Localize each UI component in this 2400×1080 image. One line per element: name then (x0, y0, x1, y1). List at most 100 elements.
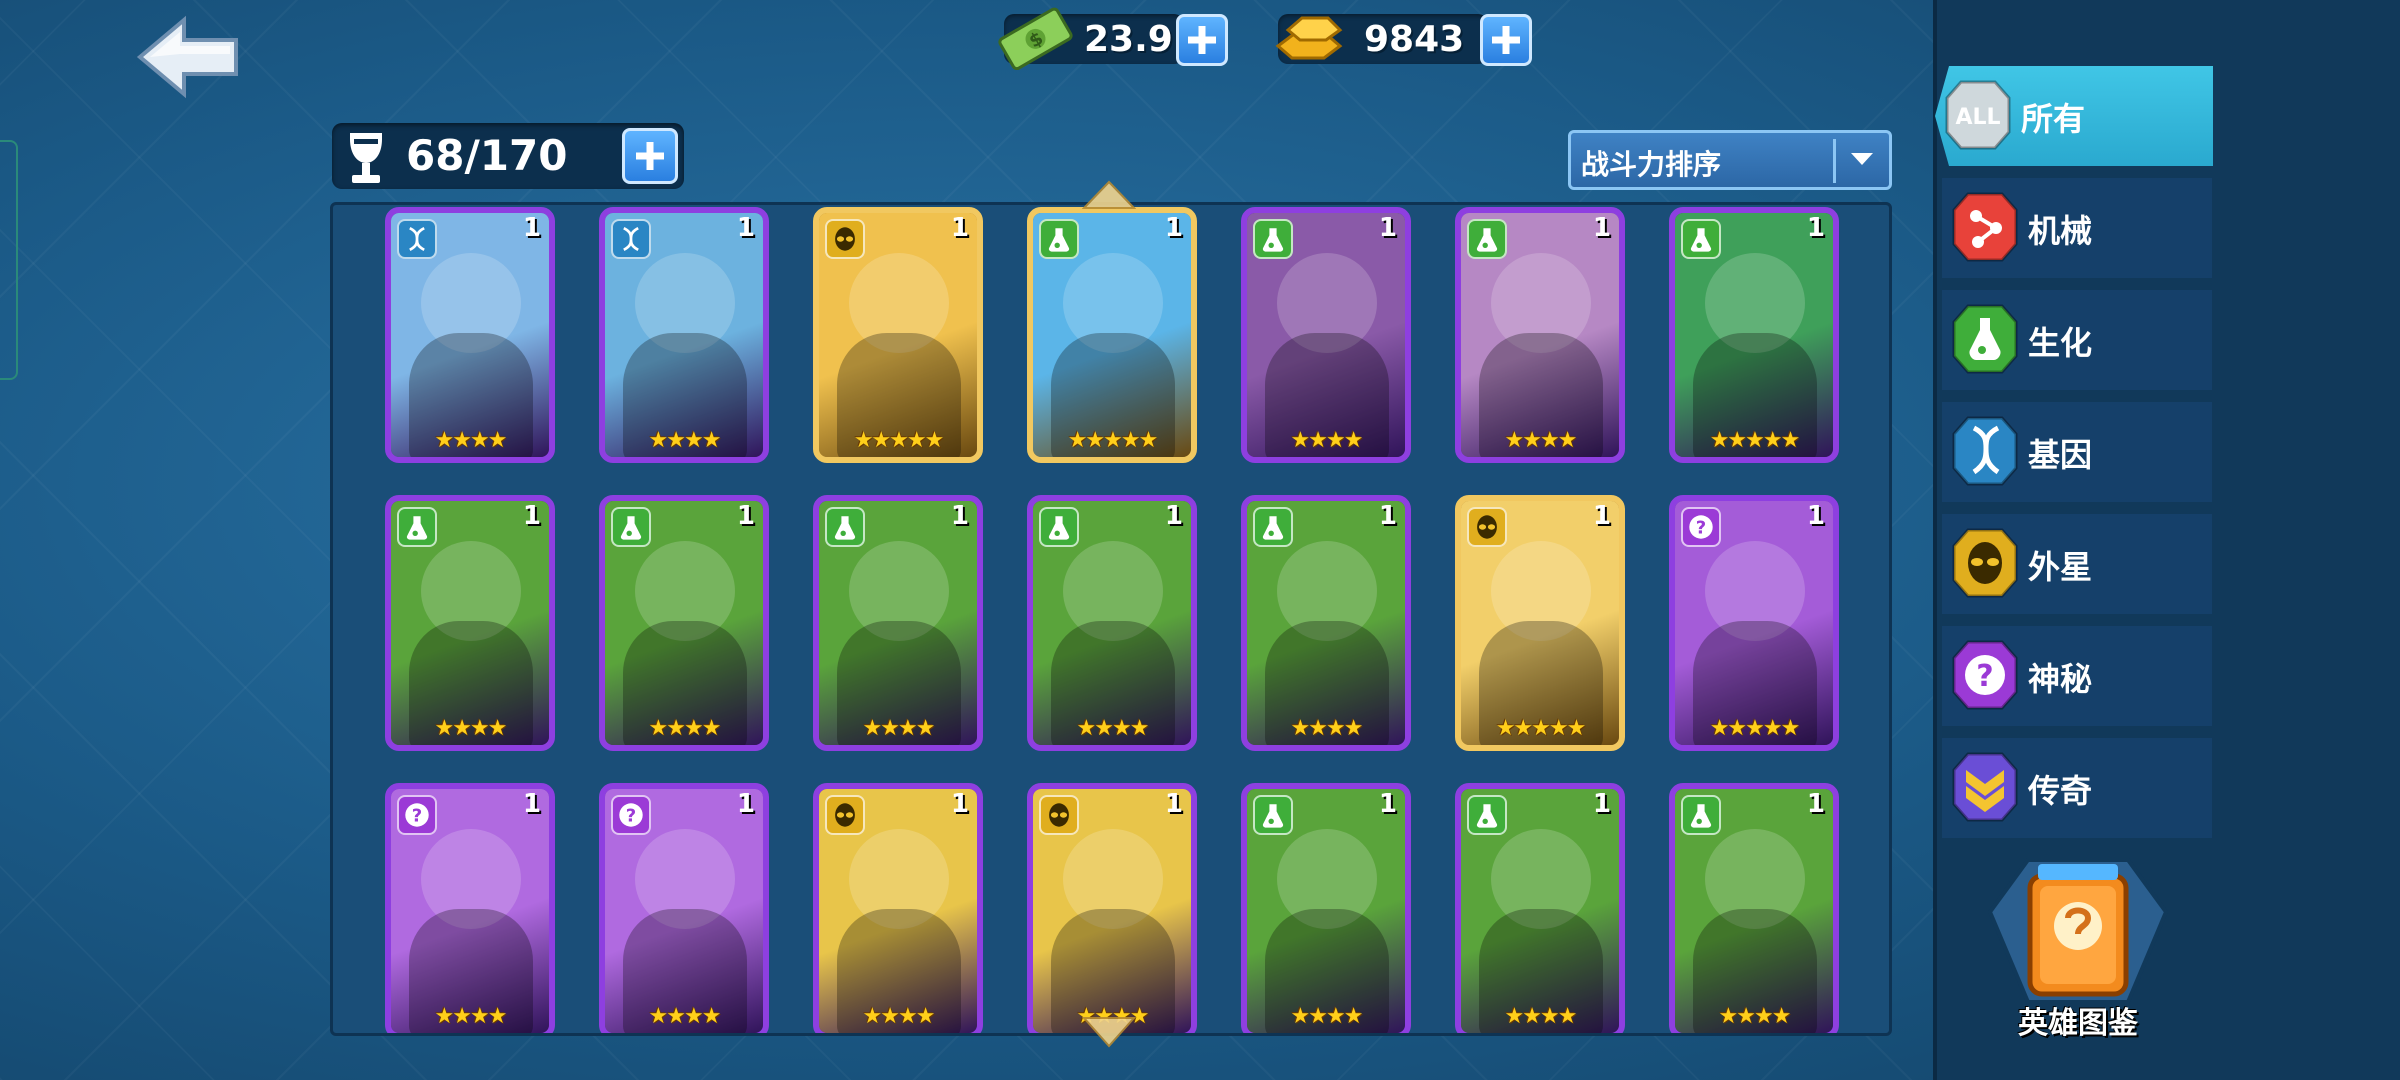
hero-stars: ★★★★ (1076, 716, 1150, 741)
hero-level: 1 (1806, 213, 1825, 243)
category-tab-mystery[interactable]: ? 神秘 (1942, 626, 2212, 726)
hero-level: 1 (736, 501, 755, 531)
category-tab-legend[interactable]: 传奇 (1942, 738, 2212, 838)
category-label: 外星 (2028, 548, 2093, 586)
hero-card[interactable]: 1 ★★★★ (599, 495, 769, 751)
category-tab-mech[interactable]: 机械 (1942, 178, 2212, 278)
alien-type-icon (825, 795, 865, 835)
cash-icon: $ (998, 7, 1073, 70)
hero-grid[interactable]: 1 ★★★★ 1 ★★★★ 1 ★★★★★ 1 ★★★★★ 1 ★★★★ 1 ★★★★ 1 ★★★★★ 1 ★… (330, 202, 1892, 1036)
hero-codex-button[interactable]: 英雄图鉴 (1978, 852, 2178, 1042)
hero-level: 1 (950, 789, 969, 819)
hero-card[interactable]: 1 ★★★★ (1027, 783, 1197, 1033)
gold-display: 9843 (1275, 14, 1488, 64)
hero-card[interactable]: 1 ★★★★ (813, 783, 983, 1033)
category-label: 所有 (2021, 100, 2086, 138)
add-cash-button[interactable] (1176, 14, 1228, 66)
hero-card[interactable]: 1 ★★★★ (1241, 495, 1411, 751)
biochem-type-icon (1253, 507, 1293, 547)
back-button[interactable] (136, 14, 242, 100)
biochem-type-icon (397, 507, 437, 547)
hero-stars: ★★★★★ (1067, 428, 1159, 453)
dna-type-icon (611, 219, 651, 259)
trophy-icon (350, 133, 382, 183)
category-tab-alien[interactable]: 外星 (1942, 514, 2212, 614)
biochem-icon (1952, 304, 2018, 374)
hero-card[interactable]: ? 1 ★★★★★ (1669, 495, 1839, 751)
hero-stars: ★★★★★ (1709, 428, 1801, 453)
biochem-type-icon (1039, 507, 1079, 547)
category-tab-dna[interactable]: 基因 (1942, 402, 2212, 502)
hero-card[interactable]: 1 ★★★★ (385, 495, 555, 751)
hero-card[interactable]: 1 ★★★★★ (1455, 495, 1625, 751)
hero-card[interactable]: 1 ★★★★ (1027, 495, 1197, 751)
svg-text:ALL: ALL (1955, 105, 2000, 130)
mystery-type-icon: ? (611, 795, 651, 835)
category-tab-all[interactable]: ALL 所有 (1935, 66, 2213, 166)
mystery-type-icon: ? (1681, 507, 1721, 547)
category-tab-biochem[interactable]: 生化 (1942, 290, 2212, 390)
hero-stars: ★★★★ (434, 716, 508, 741)
category-label: 基因 (2028, 436, 2093, 474)
alien-type-icon (825, 219, 865, 259)
hero-card[interactable]: 1 ★★★★★ (813, 207, 983, 463)
scroll-down-icon[interactable] (1082, 1014, 1136, 1050)
hero-level: 1 (736, 213, 755, 243)
hero-card[interactable]: 1 ★★★★ (599, 207, 769, 463)
hero-card[interactable]: 1 ★★★★★ (1027, 207, 1197, 463)
alien-type-icon (1467, 507, 1507, 547)
biochem-type-icon (825, 507, 865, 547)
mystery-type-icon: ? (397, 795, 437, 835)
gold-value: 9843 (1364, 19, 1465, 60)
expand-capacity-button[interactable] (622, 128, 678, 184)
hero-stars: ★★★★ (862, 1004, 936, 1029)
hero-card[interactable]: 1 ★★★★ (1241, 783, 1411, 1033)
hero-card[interactable]: 1 ★★★★ (1241, 207, 1411, 463)
svg-text:?: ? (1696, 517, 1706, 538)
hero-card[interactable]: 1 ★★★★ (1669, 783, 1839, 1033)
hero-stars: ★★★★ (434, 428, 508, 453)
hero-level: 1 (1378, 789, 1397, 819)
hero-card[interactable]: ? 1 ★★★★ (385, 783, 555, 1033)
hero-card[interactable]: 1 ★★★★ (385, 207, 555, 463)
hero-stars: ★★★★ (1290, 716, 1364, 741)
svg-text:?: ? (626, 805, 636, 826)
hero-stars: ★★★★★ (1709, 716, 1801, 741)
hero-card[interactable]: 1 ★★★★ (1455, 207, 1625, 463)
add-gold-button[interactable] (1480, 14, 1532, 66)
hero-level: 1 (1164, 501, 1183, 531)
dna-type-icon (397, 219, 437, 259)
hero-stars: ★★★★ (1290, 1004, 1364, 1029)
category-label: 神秘 (2028, 660, 2093, 698)
alien-type-icon (1039, 795, 1079, 835)
gold-bars-icon (1275, 16, 1343, 60)
hero-card[interactable]: 1 ★★★★ (813, 495, 983, 751)
hero-level: 1 (950, 501, 969, 531)
hero-level: 1 (522, 213, 541, 243)
hero-level: 1 (1164, 213, 1183, 243)
hero-card[interactable]: ? 1 ★★★★ (599, 783, 769, 1033)
sort-divider (1833, 139, 1836, 183)
hero-card[interactable]: 1 ★★★★ (1455, 783, 1625, 1033)
hero-stars: ★★★★ (648, 428, 722, 453)
legend-icon (1952, 752, 2018, 822)
hero-level: 1 (1164, 789, 1183, 819)
chevron-down-icon (1851, 153, 1873, 165)
hero-stars: ★★★★★ (853, 428, 945, 453)
biochem-type-icon (1467, 795, 1507, 835)
hero-stars: ★★★★ (862, 716, 936, 741)
hero-card[interactable]: 1 ★★★★★ (1669, 207, 1839, 463)
biochem-type-icon (1253, 219, 1293, 259)
hero-level: 1 (522, 789, 541, 819)
hero-stars: ★★★★ (648, 1004, 722, 1029)
sort-dropdown[interactable]: 战斗力排序 (1568, 130, 1892, 190)
hero-level: 1 (736, 789, 755, 819)
category-label: 传奇 (2028, 772, 2093, 810)
all-icon: ALL (1945, 80, 2011, 150)
biochem-type-icon (1681, 219, 1721, 259)
hero-level: 1 (1806, 501, 1825, 531)
hero-level: 1 (1378, 501, 1397, 531)
hero-stars: ★★★★ (648, 716, 722, 741)
mystery-icon: ? (1952, 640, 2018, 710)
scroll-up-icon[interactable] (1082, 180, 1136, 210)
